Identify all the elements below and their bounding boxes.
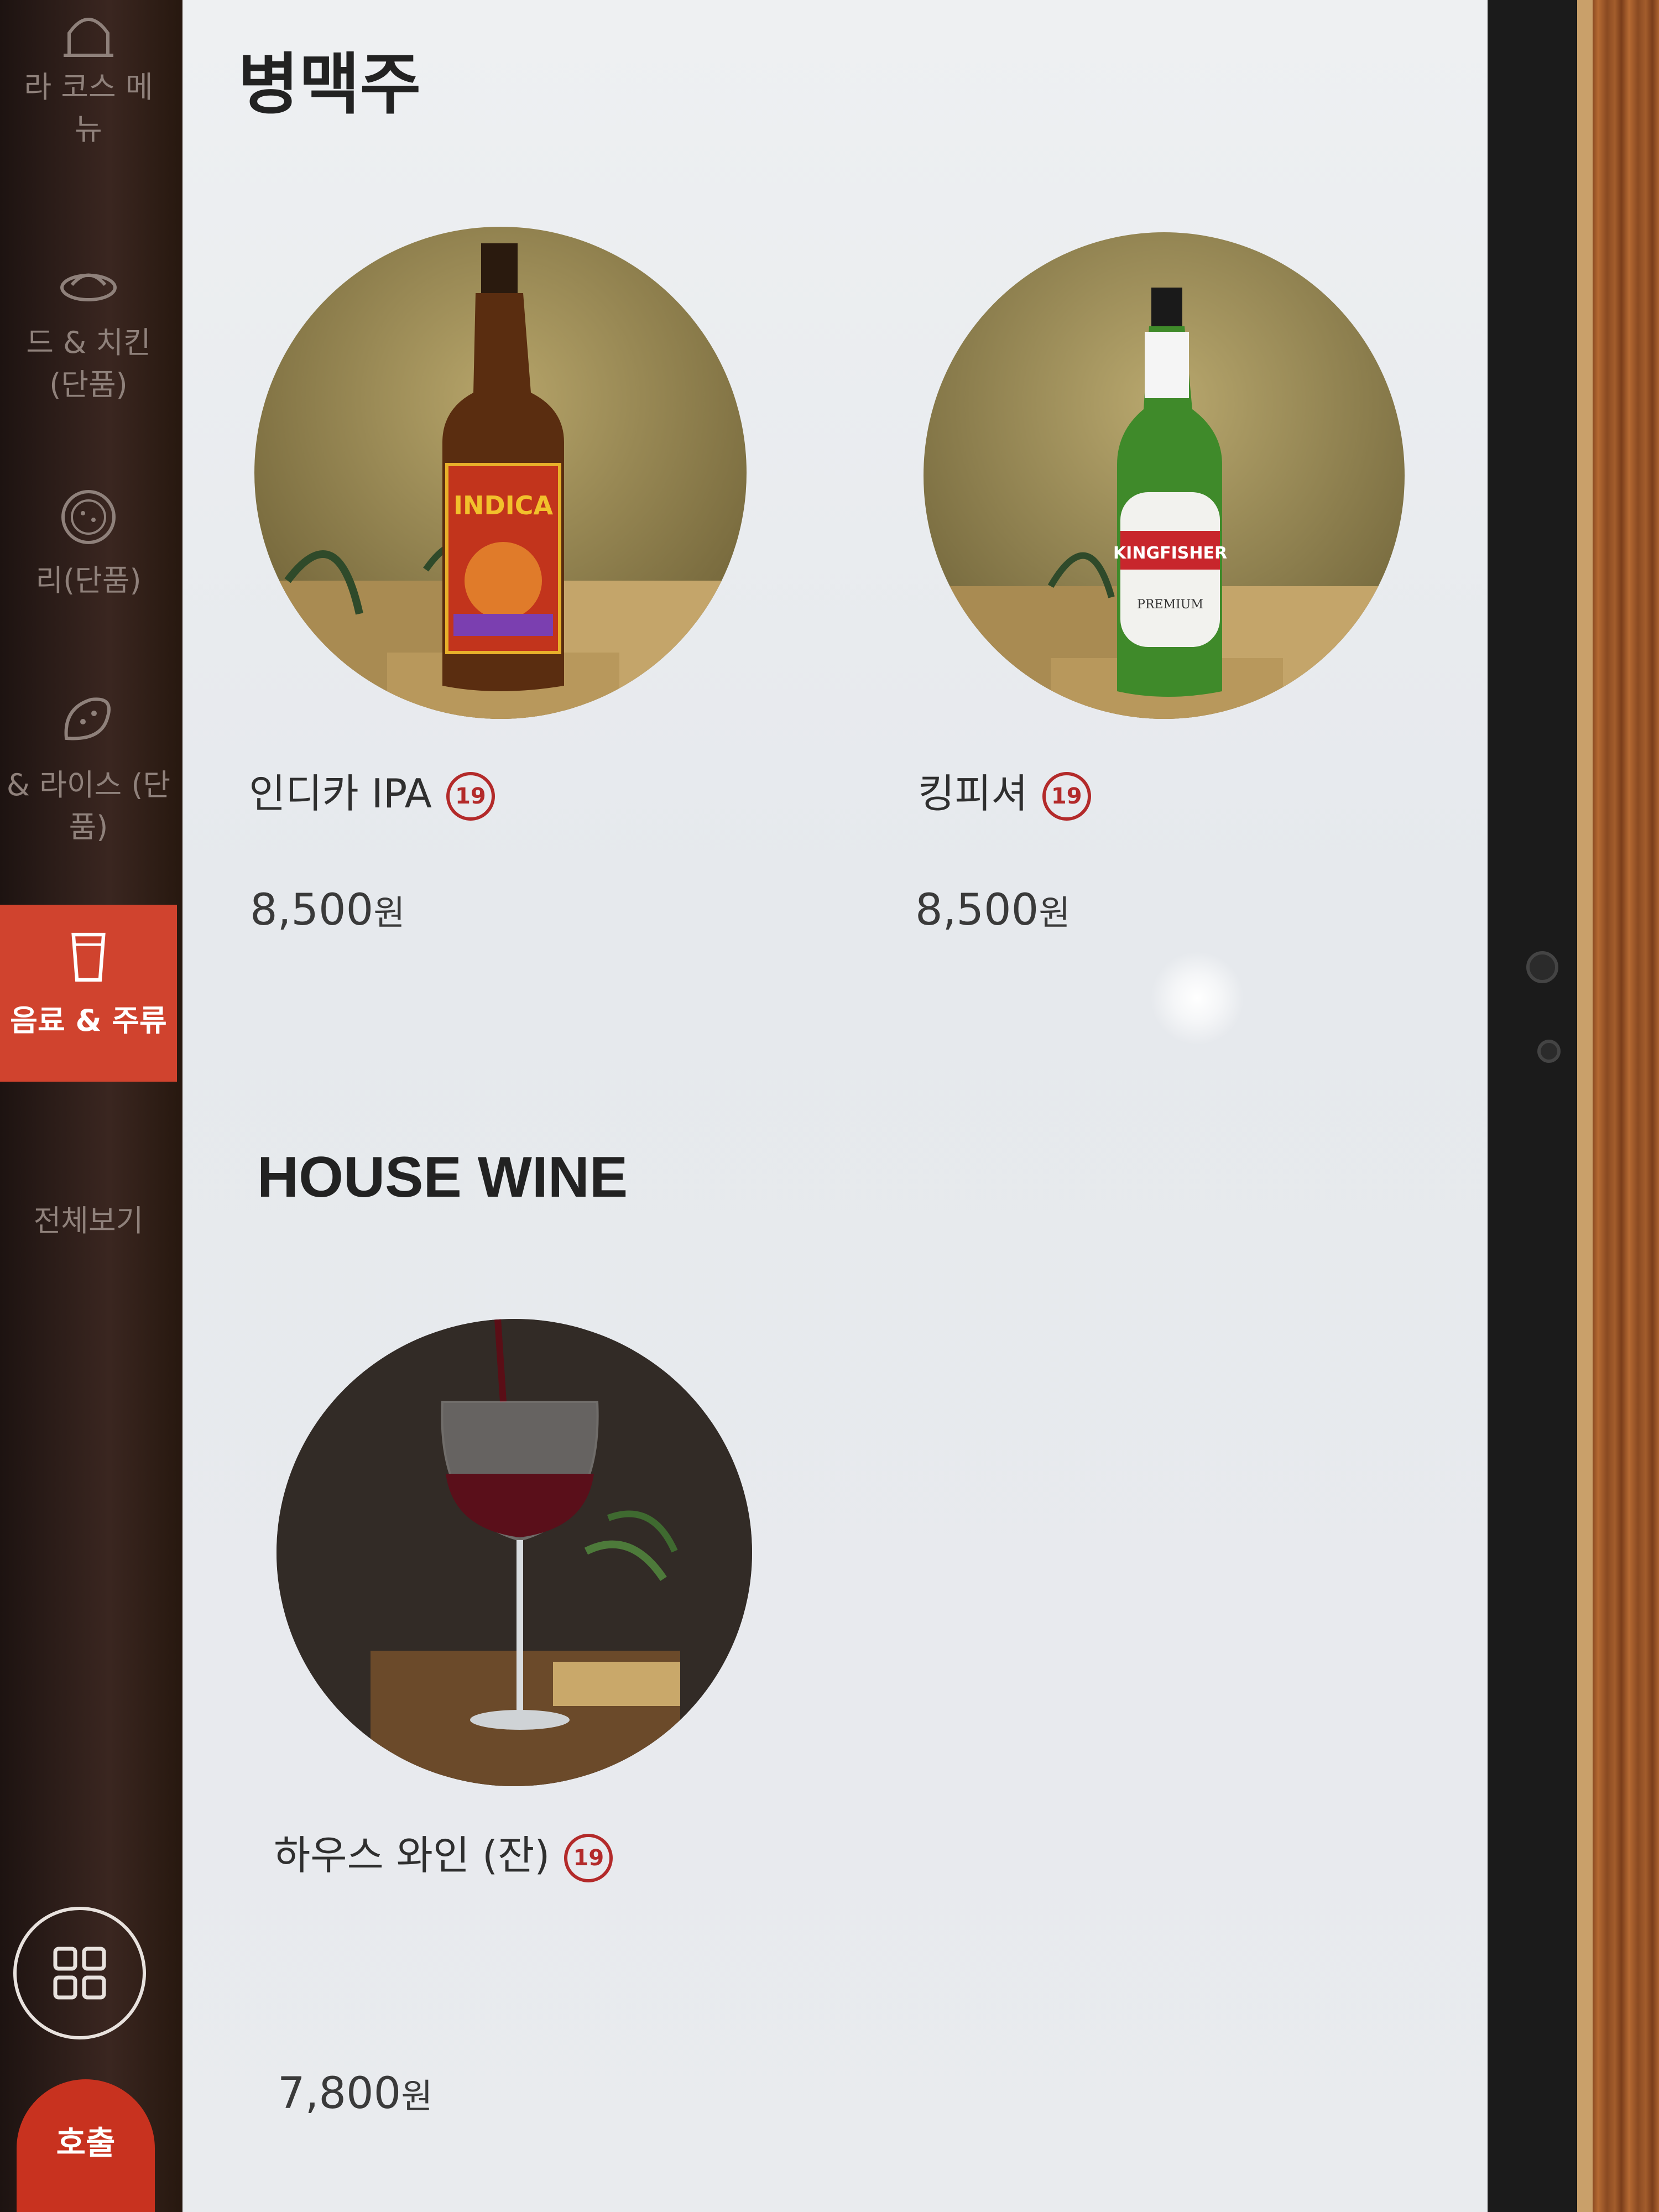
naan-icon bbox=[64, 697, 111, 740]
section-title-beer: 병맥주 bbox=[238, 46, 421, 123]
indica-beer-bottle-image: INDICA bbox=[254, 227, 747, 719]
screen-glare bbox=[1150, 951, 1244, 1045]
product-price-house-wine: 7,800원 bbox=[278, 2068, 432, 2119]
svg-text:INDICA: INDICA bbox=[453, 491, 554, 520]
price-value: 8,500 bbox=[915, 885, 1039, 935]
grid-icon bbox=[53, 1947, 106, 2000]
tablet-frame: 병맥주 INDICA 인디카 IPA 19 8,500원 KINGFISHER … bbox=[0, 0, 1593, 2212]
price-currency: 원 bbox=[373, 893, 405, 933]
section-title-wine: HOUSE WINE bbox=[257, 1145, 628, 1209]
category-label: 리(단품) bbox=[35, 563, 142, 598]
category-view-all[interactable]: 전체보기 bbox=[0, 1200, 177, 1255]
product-name-label: 킹피셔 bbox=[918, 770, 1028, 817]
category-label: 드 & 치킨 (단품) bbox=[26, 325, 151, 402]
product-price-kingfisher: 8,500원 bbox=[915, 885, 1070, 935]
category-label: 라 코스 메 뉴 bbox=[24, 70, 153, 147]
category-tandoori-chicken[interactable]: 드 & 치킨 (단품) bbox=[0, 249, 177, 431]
category-curry[interactable]: 리(단품) bbox=[0, 487, 177, 625]
kingfisher-beer-bottle-image: KINGFISHER PREMIUM bbox=[924, 232, 1405, 719]
product-image-house-wine[interactable] bbox=[276, 1319, 752, 1786]
category-label: 전체보기 bbox=[33, 1203, 144, 1238]
price-currency: 원 bbox=[1039, 893, 1071, 933]
call-staff-button[interactable]: 호출 bbox=[17, 2079, 155, 2212]
category-label: 음료 & 주류 bbox=[10, 1003, 167, 1038]
age-restriction-badge: 19 bbox=[564, 1834, 613, 1883]
product-name-house-wine[interactable]: 하우스 와인 (잔) 19 bbox=[274, 1823, 613, 1883]
curry-bowl-icon bbox=[61, 490, 116, 544]
svg-text:KINGFISHER: KINGFISHER bbox=[1113, 544, 1227, 563]
price-currency: 원 bbox=[401, 2076, 433, 2116]
glass-icon bbox=[71, 932, 106, 982]
menu-screen: 병맥주 INDICA 인디카 IPA 19 8,500원 KINGFISHER … bbox=[155, 0, 1488, 2212]
product-name-kingfisher[interactable]: 킹피셔 19 bbox=[918, 761, 1091, 821]
category-drinks-alcohol[interactable]: 음료 & 주류 bbox=[0, 905, 177, 1082]
price-value: 7,800 bbox=[278, 2069, 401, 2119]
category-course-menu[interactable]: 라 코스 메 뉴 bbox=[0, 0, 177, 182]
age-restriction-badge: 19 bbox=[446, 772, 495, 821]
red-wine-glass-image bbox=[276, 1319, 752, 1786]
category-sidebar: 라 코스 메 뉴 드 & 치킨 (단품) 리(단품) & 라이스 (단 품) 음… bbox=[0, 0, 182, 2212]
product-name-label: 인디카 IPA bbox=[249, 770, 432, 817]
product-name-label: 하우스 와인 (잔) bbox=[274, 1832, 550, 1879]
camera-dot bbox=[1526, 951, 1558, 983]
category-label: & 라이스 (단 품) bbox=[6, 768, 171, 844]
grid-view-button[interactable] bbox=[13, 1907, 146, 2039]
tablet-bezel bbox=[1488, 0, 1576, 2212]
category-naan-rice[interactable]: & 라이스 (단 품) bbox=[0, 691, 177, 874]
camera-dot bbox=[1537, 1040, 1561, 1063]
taj-mahal-icon bbox=[64, 18, 113, 57]
svg-text:PREMIUM: PREMIUM bbox=[1137, 598, 1203, 612]
product-name-indica[interactable]: 인디카 IPA 19 bbox=[249, 761, 495, 821]
product-price-indica: 8,500원 bbox=[250, 885, 405, 935]
product-image-kingfisher[interactable]: KINGFISHER PREMIUM bbox=[924, 232, 1405, 719]
product-image-indica[interactable]: INDICA bbox=[254, 227, 747, 719]
plate-icon bbox=[60, 273, 117, 301]
price-value: 8,500 bbox=[250, 885, 374, 935]
age-restriction-badge: 19 bbox=[1042, 772, 1091, 821]
